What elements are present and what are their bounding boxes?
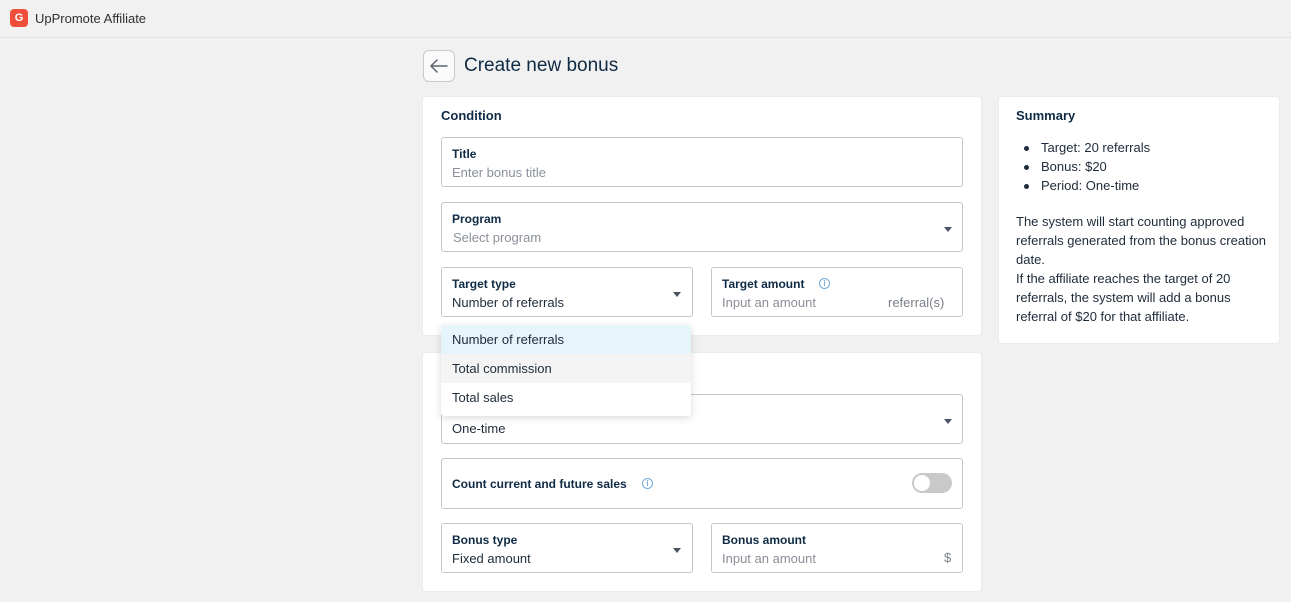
app-title: UpPromote Affiliate (35, 11, 147, 26)
title-field-placeholder: Enter bonus title (452, 165, 546, 180)
chevron-down-icon (673, 292, 681, 297)
back-button[interactable] (423, 50, 455, 82)
program-select-label: Program (452, 212, 502, 226)
dropdown-option-total-commission[interactable]: Total commission (441, 354, 691, 383)
target-type-label: Target type (452, 277, 516, 291)
summary-paragraph-1: The system will start counting approved … (1016, 214, 1267, 267)
chevron-down-icon (944, 419, 952, 424)
count-sales-label: Count current and future sales (452, 477, 627, 491)
bonus-type-select[interactable]: Bonus type Fixed amount (441, 523, 693, 573)
info-icon[interactable]: i (819, 278, 830, 289)
bonus-type-value: Fixed amount (452, 551, 531, 566)
bonus-type-label: Bonus type (452, 533, 518, 547)
summary-list: Target: 20 referrals Bonus: $20 Period: … (1024, 138, 1150, 195)
target-amount-label: Target amount (722, 277, 805, 291)
target-type-select[interactable]: Target type Number of referrals (441, 267, 693, 317)
top-bar: G UpPromote Affiliate (0, 0, 1291, 38)
toggle-knob (914, 475, 930, 491)
target-type-value: Number of referrals (452, 295, 564, 310)
dropdown-option-number-of-referrals[interactable]: Number of referrals (441, 325, 691, 354)
count-sales-row: Count current and future sales i (441, 458, 963, 509)
bonus-amount-suffix: $ (944, 550, 952, 565)
dropdown-option-total-sales[interactable]: Total sales (441, 383, 691, 412)
bonus-amount-field[interactable]: Bonus amount Input an amount $ (711, 523, 963, 573)
summary-description: The system will start counting approved … (1016, 212, 1271, 326)
target-amount-placeholder: Input an amount (722, 295, 816, 310)
page-title: Create new bonus (464, 55, 619, 76)
target-amount-suffix: referral(s) (888, 295, 945, 310)
summary-title: Summary (1016, 108, 1076, 123)
condition-section-title: Condition (441, 108, 502, 123)
count-sales-toggle[interactable] (912, 473, 952, 493)
program-select[interactable]: Program Select program (441, 202, 963, 252)
summary-item-target: Target: 20 referrals (1024, 138, 1150, 157)
chevron-down-icon (944, 227, 952, 232)
target-amount-field[interactable]: Target amount i Input an amount referral… (711, 267, 963, 317)
summary-paragraph-2: If the affiliate reaches the target of 2… (1016, 271, 1231, 324)
bonus-amount-label: Bonus amount (722, 533, 806, 547)
arrow-left-icon (430, 59, 448, 73)
summary-item-bonus: Bonus: $20 (1024, 157, 1150, 176)
title-field[interactable]: Title Enter bonus title (441, 137, 963, 187)
bonus-amount-placeholder: Input an amount (722, 551, 816, 566)
chevron-down-icon (673, 548, 681, 553)
period-value: One-time (452, 421, 506, 436)
title-field-label: Title (452, 147, 477, 161)
info-icon[interactable]: i (642, 478, 653, 489)
uppromote-logo-icon: G (10, 9, 28, 27)
target-type-dropdown: Number of referrals Total commission Tot… (441, 325, 691, 416)
program-select-placeholder: Select program (453, 230, 542, 245)
summary-item-period: Period: One-time (1024, 176, 1150, 195)
